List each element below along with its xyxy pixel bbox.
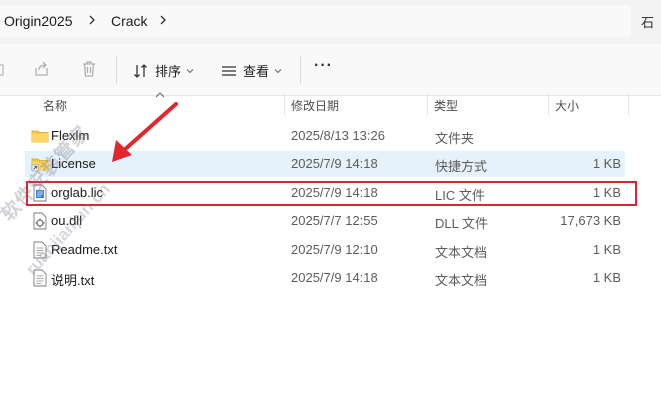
file-size: 1 KB [592, 270, 621, 285]
file-type: 快捷方式 [435, 159, 488, 174]
file-date: 2025/7/7 12:55 [291, 213, 378, 228]
file-type: DLL 文件 [435, 216, 488, 231]
chevron-right-icon[interactable] [157, 14, 169, 26]
breadcrumb-item-origin2025[interactable]: Origin2025 [4, 13, 73, 29]
view-label: 查看 [243, 64, 270, 79]
file-date: 2025/7/9 14:18 [291, 185, 378, 200]
sort-button[interactable]: 排序 [133, 61, 194, 80]
file-date: 2025/7/9 14:18 [291, 156, 378, 171]
column-divider[interactable] [628, 93, 629, 115]
column-header-size[interactable]: 大小 [555, 97, 579, 114]
file-row[interactable]: License 2025/7/9 14:18 快捷方式 1 KB [25, 151, 625, 177]
column-header-type[interactable]: 类型 [434, 97, 458, 114]
file-type: 文件夹 [435, 131, 475, 146]
breadcrumb[interactable]: Origin2025 Crack [0, 5, 631, 37]
column-headers: 名称 修改日期 类型 大小 [0, 92, 661, 115]
file-size: 17,673 KB [560, 213, 621, 228]
toolbar-separator [116, 56, 117, 84]
column-header-date[interactable]: 修改日期 [291, 97, 339, 114]
more-options-button[interactable]: ··· [314, 57, 333, 75]
edge-icon [0, 64, 4, 76]
address-bar: Origin2025 Crack 石 [0, 0, 661, 44]
share-icon[interactable] [33, 60, 51, 78]
delete-icon[interactable] [80, 60, 98, 78]
search-box-clipped[interactable]: 石 [641, 12, 654, 31]
chevron-down-icon [186, 68, 194, 73]
file-size: 1 KB [592, 185, 621, 200]
file-type: 文本文档 [435, 245, 488, 260]
file-type: 文本文档 [435, 273, 488, 288]
column-divider[interactable] [284, 93, 285, 115]
breadcrumb-item-crack[interactable]: Crack [111, 13, 148, 29]
file-size: 1 KB [592, 242, 621, 257]
file-type: LIC 文件 [435, 188, 485, 203]
dll-file-icon [33, 212, 47, 230]
chevron-right-icon [89, 15, 95, 25]
file-row[interactable]: orglab.lic 2025/7/9 14:18 LIC 文件 1 KB [25, 180, 625, 206]
toolbar-separator [300, 56, 301, 84]
file-row[interactable]: ou.dll 2025/7/7 12:55 DLL 文件 17,673 KB [25, 208, 625, 234]
view-icon [222, 65, 236, 76]
column-header-name[interactable]: 名称 [43, 97, 67, 114]
sort-icon [134, 63, 147, 78]
file-row[interactable]: Readme.txt 2025/7/9 12:10 文本文档 1 KB [25, 237, 625, 263]
folder-icon [31, 130, 49, 143]
file-row[interactable]: Flexlm 2025/8/13 13:26 文件夹 [25, 123, 625, 149]
command-bar: 排序 查看 ··· [0, 44, 661, 96]
column-divider[interactable] [548, 93, 549, 115]
chevron-down-icon [274, 68, 282, 73]
sort-label: 排序 [155, 64, 182, 79]
file-size: 1 KB [592, 156, 621, 171]
file-name: 说明.txt [51, 273, 95, 288]
file-date: 2025/7/9 14:18 [291, 270, 378, 285]
view-button[interactable]: 查看 [221, 61, 282, 80]
file-row[interactable]: 说明.txt 2025/7/9 14:18 文本文档 1 KB [25, 265, 625, 291]
file-date: 2025/8/13 13:26 [291, 128, 385, 143]
column-divider[interactable] [427, 93, 428, 115]
sort-ascending-icon [155, 92, 165, 98]
file-date: 2025/7/9 12:10 [291, 242, 378, 257]
